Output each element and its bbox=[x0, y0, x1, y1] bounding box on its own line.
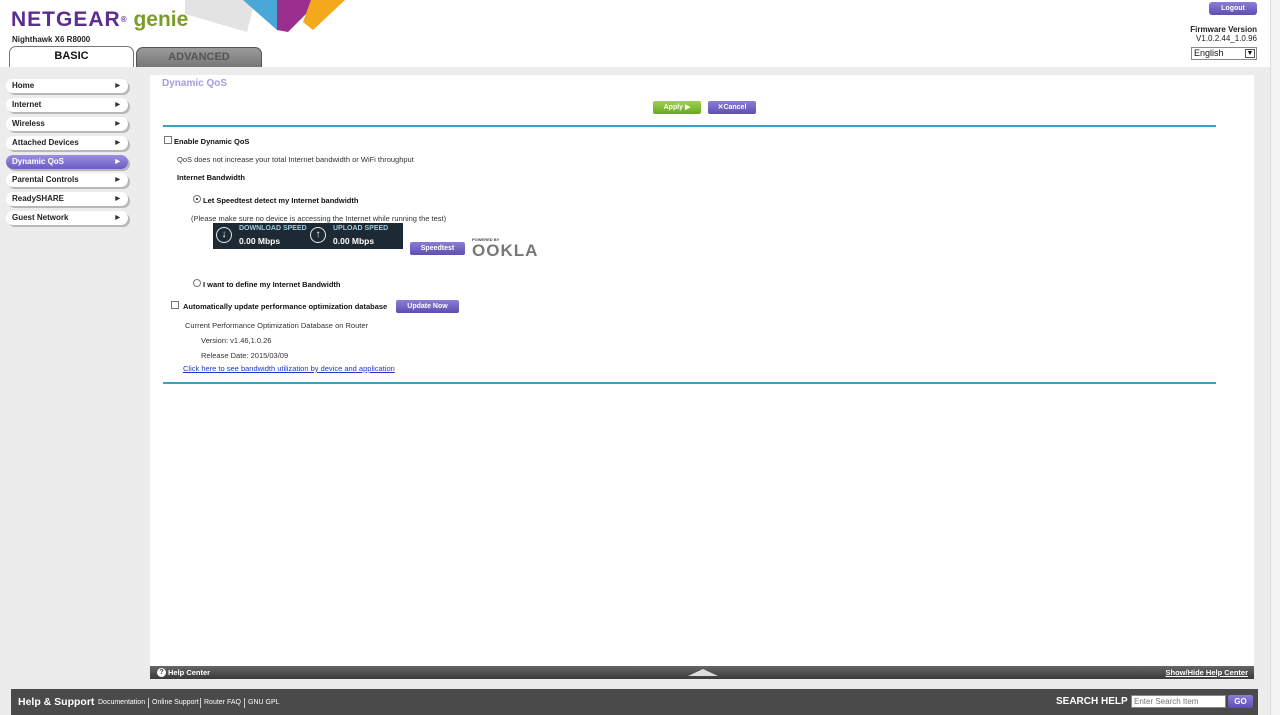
help-center-title: Help Center bbox=[168, 668, 211, 677]
search-go-button[interactable]: GO bbox=[1228, 695, 1253, 708]
language-selected: English bbox=[1194, 48, 1224, 58]
footer-title: Help & Support bbox=[18, 696, 95, 708]
footer-separator bbox=[200, 698, 201, 708]
speedtest-note: (Please make sure no device is accessing… bbox=[191, 214, 447, 223]
header: NETGEAR® genie Nighthawk X6 R8000 BASIC … bbox=[0, 0, 1280, 67]
chevron-right-icon: ▶ bbox=[115, 120, 120, 127]
expand-arrow-icon[interactable] bbox=[688, 669, 718, 676]
footer-link-router-faq[interactable]: Router FAQ bbox=[204, 689, 241, 715]
show-hide-help-link[interactable]: Show/Hide Help Center bbox=[1165, 666, 1248, 679]
upload-label: UPLOAD SPEED bbox=[333, 225, 389, 232]
auto-update-label: Automatically update performance optimiz… bbox=[183, 302, 388, 311]
manual-option-label: I want to define my Internet Bandwidth bbox=[203, 280, 341, 289]
sidebar-item-parental-controls[interactable]: Parental Controls ▶ bbox=[6, 173, 128, 188]
sidebar-item-internet[interactable]: Internet ▶ bbox=[6, 97, 128, 112]
sidebar-item-label: ReadySHARE bbox=[12, 194, 65, 204]
question-icon: ? bbox=[157, 668, 166, 677]
enable-qos-label: Enable Dynamic QoS bbox=[174, 137, 250, 146]
apply-button[interactable]: Apply ▶ bbox=[653, 101, 701, 114]
footer-link-online-support[interactable]: Online Support bbox=[152, 689, 199, 715]
chevron-right-icon: ▶ bbox=[115, 83, 120, 89]
footer-link-gnu-gpl[interactable]: GNU GPL bbox=[248, 689, 280, 715]
decorative-banner-icon bbox=[185, 0, 345, 32]
update-now-button[interactable]: Update Now bbox=[396, 300, 459, 313]
sidebar-item-guest-network[interactable]: Guest Network ▶ bbox=[6, 211, 128, 226]
speedtest-button[interactable]: Speedtest bbox=[410, 242, 465, 255]
download-value: 0.00 Mbps bbox=[239, 236, 281, 246]
tab-basic[interactable]: BASIC bbox=[9, 46, 134, 67]
chevron-right-icon: ▶ bbox=[115, 177, 120, 184]
bandwidth-utilization-link[interactable]: Click here to see bandwidth utilization … bbox=[183, 364, 395, 373]
cancel-button[interactable]: ✕Cancel bbox=[708, 101, 756, 114]
chevron-down-icon: ▼ bbox=[1245, 49, 1255, 58]
download-arrow-icon: ↓ bbox=[216, 227, 232, 243]
divider-top bbox=[163, 125, 1216, 127]
speedtest-option-label: Let Speedtest detect my Internet bandwid… bbox=[203, 196, 359, 205]
search-help-label: SEARCH HELP bbox=[1056, 696, 1128, 707]
vertical-scrollbar[interactable] bbox=[1270, 0, 1280, 715]
sidebar-item-wireless[interactable]: Wireless ▶ bbox=[6, 116, 128, 131]
search-input[interactable] bbox=[1131, 695, 1226, 708]
chevron-right-icon: ▶ bbox=[115, 196, 120, 203]
firmware-version-value: V1.0.2.44_1.0.96 bbox=[1196, 34, 1257, 43]
tab-advanced[interactable]: ADVANCED bbox=[136, 47, 262, 67]
sidebar-item-attached-devices[interactable]: Attached Devices ▶ bbox=[6, 135, 128, 150]
db-version: Version: v1.46,1.0.26 bbox=[201, 336, 272, 345]
ookla-wordmark: OOKLA bbox=[472, 241, 539, 260]
footer-separator bbox=[244, 698, 245, 708]
page-title: Dynamic QoS bbox=[162, 78, 228, 89]
db-heading: Current Performance Optimization Databas… bbox=[185, 321, 369, 330]
footer-link-documentation[interactable]: Documentation bbox=[98, 689, 145, 715]
router-model: Nighthawk X6 R8000 bbox=[12, 35, 91, 44]
divider-bottom bbox=[163, 382, 1216, 384]
qos-note: QoS does not increase your total Interne… bbox=[177, 155, 414, 164]
logout-button[interactable]: Logout bbox=[1209, 2, 1257, 15]
sidebar-item-label: Guest Network bbox=[12, 213, 69, 223]
ookla-logo: POWERED BY OOKLA bbox=[472, 237, 538, 260]
sidebar-item-label: Wireless bbox=[12, 118, 45, 128]
sidebar-nav: Home ▶ Internet ▶ Wireless ▶ Attached Devic… bbox=[6, 79, 130, 230]
bandwidth-heading: Internet Bandwidth bbox=[177, 173, 245, 182]
sidebar-item-readyshare[interactable]: ReadySHARE ▶ bbox=[6, 192, 128, 207]
footer: Help & Support Documentation Online Supp… bbox=[11, 689, 1258, 715]
logo-registered-mark: ® bbox=[120, 15, 127, 24]
sidebar-item-label: Parental Controls bbox=[12, 175, 79, 185]
upload-value: 0.00 Mbps bbox=[333, 236, 375, 246]
main-content: Dynamic QoS Apply ▶ ✕Cancel Enable Dynam… bbox=[150, 75, 1254, 667]
sidebar-item-label: Internet bbox=[12, 99, 42, 109]
sidebar-item-label: Attached Devices bbox=[12, 137, 79, 147]
upload-arrow-icon: ↑ bbox=[310, 227, 326, 243]
chevron-right-icon: ▶ bbox=[115, 101, 120, 108]
chevron-right-icon: ▶ bbox=[115, 215, 120, 222]
sidebar-item-label: Home bbox=[12, 81, 35, 90]
speed-panel: ↓ DOWNLOAD SPEED 0.00 Mbps ↑ UPLOAD SPEE… bbox=[213, 223, 403, 249]
logo-brand: NETGEAR bbox=[11, 8, 121, 31]
manual-bandwidth-radio[interactable] bbox=[193, 279, 201, 287]
chevron-right-icon: ▶ bbox=[115, 139, 120, 146]
sidebar-item-label: Dynamic QoS bbox=[12, 156, 65, 166]
firmware-version-label: Firmware Version bbox=[1190, 25, 1257, 34]
enable-qos-checkbox[interactable] bbox=[164, 136, 172, 144]
chevron-right-icon: ▶ bbox=[115, 158, 120, 165]
db-release-date: Release Date: 2015/03/09 bbox=[201, 351, 289, 360]
netgear-genie-logo: NETGEAR® genie bbox=[11, 7, 188, 33]
sidebar-item-home[interactable]: Home ▶ bbox=[6, 79, 128, 93]
footer-separator bbox=[148, 698, 149, 708]
sidebar-item-dynamic-qos[interactable]: Dynamic QoS ▶ bbox=[6, 154, 128, 169]
help-center-bar: ? Help Center Show/Hide Help Center bbox=[150, 666, 1254, 679]
download-label: DOWNLOAD SPEED bbox=[239, 225, 307, 232]
speedtest-radio[interactable] bbox=[193, 195, 201, 203]
logo-genie: genie bbox=[133, 8, 189, 31]
auto-update-checkbox[interactable] bbox=[171, 301, 179, 309]
language-select[interactable]: English ▼ bbox=[1191, 47, 1257, 60]
